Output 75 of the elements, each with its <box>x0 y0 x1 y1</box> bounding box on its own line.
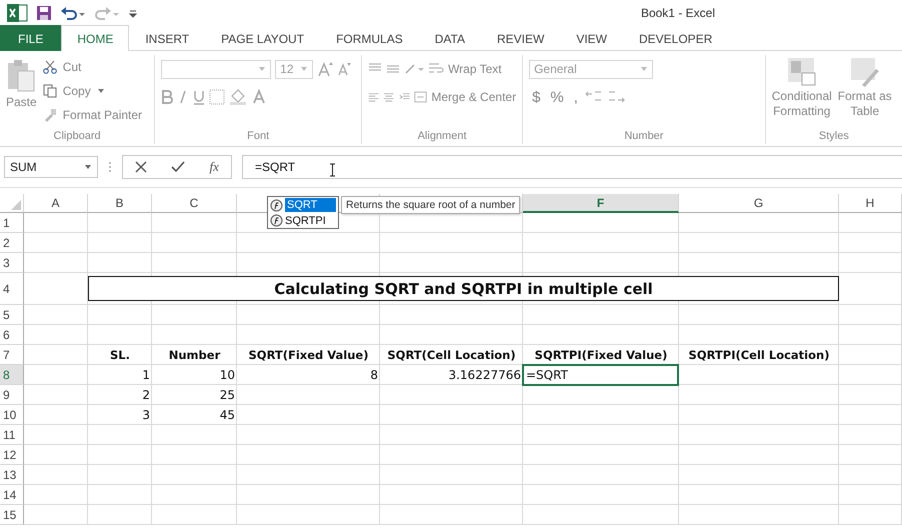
merge-icon <box>414 90 428 104</box>
table-cell-text: 10 <box>218 367 236 384</box>
excel-logo-icon[interactable] <box>6 2 28 22</box>
row-header[interactable]: 6 <box>0 325 24 345</box>
row-header[interactable]: 8 <box>0 365 24 385</box>
table-cell-text: SQRT(Cell Location) <box>386 347 517 364</box>
checkmark-icon[interactable] <box>171 161 186 173</box>
triangle-icon[interactable] <box>11 200 21 210</box>
row-header[interactable]: 12 <box>0 445 24 465</box>
column-header[interactable]: F <box>523 194 679 213</box>
row-header[interactable]: 9 <box>0 385 24 405</box>
insert-function-button[interactable]: fx <box>210 159 219 175</box>
group-label: Clipboard <box>52 130 102 144</box>
group-label: Font <box>246 130 270 144</box>
table-cell-text: 3.16227766 <box>447 367 522 384</box>
table-cell-text: Number <box>168 347 222 364</box>
formula-field[interactable]: =SQRT <box>242 155 902 179</box>
table-cell-text: 25 <box>218 387 236 404</box>
window-title: Book1 - Excel <box>640 6 715 20</box>
ribbon-tab[interactable]: DATA <box>418 26 481 51</box>
table-cell-text: SQRTPI(Fixed Value) <box>534 347 668 364</box>
row-header[interactable]: 11 <box>0 425 24 445</box>
ribbon-tab[interactable]: FILE <box>0 25 62 51</box>
group-label: Styles <box>818 130 850 144</box>
function-tooltip: Returns the square root of a number <box>341 196 520 214</box>
ribbon-tab[interactable]: PAGE LAYOUT <box>205 26 320 51</box>
row-header[interactable]: 3 <box>0 253 24 273</box>
column-header[interactable]: A <box>24 194 88 213</box>
redo-icon[interactable] <box>94 4 120 20</box>
ribbon-tab[interactable]: HOME <box>61 25 130 51</box>
table-cell-text: 3 <box>141 407 151 424</box>
ribbon-tab[interactable]: FORMULAS <box>320 26 419 51</box>
table-cell-text: SL. <box>109 347 131 364</box>
row-header[interactable]: 2 <box>0 233 24 253</box>
column-header[interactable]: H <box>839 194 902 213</box>
name-box[interactable]: SUM <box>4 156 98 178</box>
select-all-corner[interactable] <box>0 194 24 213</box>
row-header[interactable]: 5 <box>0 305 24 325</box>
column-header[interactable]: G <box>679 194 839 213</box>
row-header[interactable]: 14 <box>0 485 24 505</box>
table-cell-text: SQRT(Fixed Value) <box>248 347 370 364</box>
row-header[interactable]: 10 <box>0 405 24 425</box>
row-header[interactable]: 4 <box>0 273 24 305</box>
brush-icon <box>42 108 57 122</box>
more-icon <box>108 160 112 174</box>
ribbon-tab[interactable]: REVIEW <box>480 26 560 51</box>
column-header[interactable]: C <box>152 194 237 213</box>
group-label: Number <box>623 130 664 144</box>
active-cell[interactable]: =SQRT <box>522 364 679 386</box>
table-cell-text: 8 <box>369 367 379 384</box>
row-header[interactable]: 1 <box>0 213 24 233</box>
conditional-formatting-icon <box>786 57 817 87</box>
group-label: Alignment <box>416 130 468 144</box>
table-cell-text: SQRTPI(Cell Location) <box>688 347 830 364</box>
row-header[interactable]: 13 <box>0 465 24 485</box>
ribbon-tab[interactable]: VIEW <box>560 26 623 51</box>
undo-icon[interactable] <box>60 4 86 20</box>
ribbon-tab[interactable]: DEVELOPER <box>623 26 728 51</box>
table-cell-text: 1 <box>141 367 151 384</box>
format-as-table-icon <box>850 57 880 87</box>
row-header[interactable]: 15 <box>0 505 24 525</box>
autocomplete-item[interactable]: SQRTPI <box>268 213 338 228</box>
ribbon-tab[interactable]: INSERT <box>129 26 206 51</box>
copy-icon <box>42 84 57 98</box>
save-icon[interactable] <box>36 4 52 20</box>
scissors-icon <box>42 60 57 74</box>
table-cell-text: 2 <box>141 387 151 404</box>
caret-icon[interactable] <box>84 164 92 170</box>
table-cell-text: 45 <box>218 407 236 424</box>
column-header[interactable]: B <box>88 194 152 213</box>
text-cursor-icon <box>329 163 336 177</box>
cancel-icon[interactable] <box>135 161 148 173</box>
function-icon <box>270 214 283 227</box>
merged-title-cell: Calculating SQRT and SQRTPI in multiple cell <box>88 276 839 301</box>
function-icon <box>270 198 283 212</box>
